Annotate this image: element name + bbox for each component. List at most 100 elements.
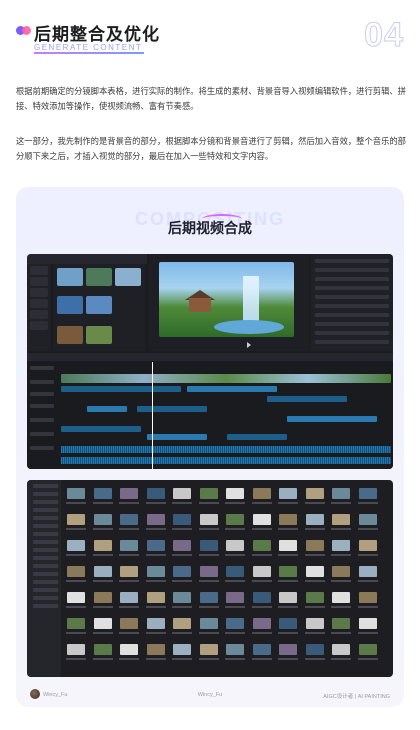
file-thumbnail — [145, 618, 167, 634]
file-thumbnail — [171, 618, 193, 634]
file-thumbnail — [224, 618, 246, 634]
editor-upper-panel — [27, 254, 393, 351]
audio-clip — [267, 396, 347, 402]
media-thumbnail — [86, 326, 112, 344]
preview-frame — [159, 262, 294, 337]
file-thumbnail — [198, 592, 220, 608]
file-thumbnail — [145, 644, 167, 660]
file-thumbnail — [198, 514, 220, 530]
file-thumbnail — [65, 566, 87, 582]
file-thumbnail — [224, 592, 246, 608]
file-thumbnail — [92, 488, 114, 504]
subtitle-underline — [34, 52, 144, 54]
file-thumbnail — [251, 540, 273, 556]
file-thumbnail — [251, 644, 273, 660]
card-title: 后期视频合成 — [168, 220, 252, 236]
paragraph-process: 这一部分，我先制作的是背景音的部分，根据脚本分镜和背景音进行了剪辑，然后加入音效… — [16, 136, 406, 161]
file-thumbnail — [357, 488, 379, 504]
audio-clip — [137, 406, 207, 412]
file-thumbnail — [171, 514, 193, 530]
audio-waveform — [61, 457, 391, 464]
video-track — [61, 374, 391, 383]
file-thumbnail — [92, 618, 114, 634]
file-thumbnail — [224, 540, 246, 556]
file-thumbnail — [92, 644, 114, 660]
audio-clip — [87, 406, 127, 412]
file-thumbnail — [171, 644, 193, 660]
audio-clip — [61, 386, 181, 392]
file-thumbnail — [92, 566, 114, 582]
file-thumbnail — [145, 514, 167, 530]
file-thumbnail — [65, 540, 87, 556]
footer-right: AIGC设计者 | AI PAINTING — [323, 694, 390, 700]
file-thumbnail — [304, 618, 326, 634]
file-thumbnail — [330, 514, 352, 530]
file-thumbnail — [357, 566, 379, 582]
file-thumbnail — [171, 488, 193, 504]
media-thumbnail — [57, 268, 83, 286]
file-thumbnail — [304, 592, 326, 608]
media-thumbnail — [86, 268, 112, 286]
audio-clip — [287, 416, 377, 422]
file-thumbnail — [198, 644, 220, 660]
file-thumbnail — [145, 540, 167, 556]
section-number: 04 — [364, 16, 404, 55]
file-thumbnail — [118, 618, 140, 634]
file-thumbnail — [224, 488, 246, 504]
paragraph-intro: 根据前期确定的分镜脚本表格，进行实际的制作。将生成的素材、背景音导入视频编辑软件… — [16, 86, 406, 111]
file-thumbnail — [330, 566, 352, 582]
file-thumbnail — [198, 566, 220, 582]
file-thumbnail — [145, 566, 167, 582]
file-thumbnail — [251, 566, 273, 582]
file-thumbnail — [277, 540, 299, 556]
file-thumbnail — [330, 540, 352, 556]
file-thumbnail — [304, 540, 326, 556]
file-thumbnail — [330, 644, 352, 660]
media-thumbnail — [86, 296, 112, 314]
file-browser-sidebar — [27, 480, 61, 677]
file-thumbnail — [118, 566, 140, 582]
file-thumbnail — [357, 514, 379, 530]
file-thumbnail — [277, 592, 299, 608]
file-thumbnail — [277, 514, 299, 530]
media-thumbnail — [115, 268, 141, 286]
timeline-playhead — [152, 362, 153, 469]
file-thumbnail — [357, 540, 379, 556]
file-thumbnail — [224, 514, 246, 530]
file-thumbnail — [92, 540, 114, 556]
file-thumbnail — [92, 514, 114, 530]
file-browser-screenshot — [27, 480, 393, 677]
file-thumbnail — [65, 592, 87, 608]
file-thumbnail — [198, 488, 220, 504]
file-thumbnail — [198, 618, 220, 634]
video-editor-screenshot — [27, 254, 393, 469]
file-thumbnail — [304, 644, 326, 660]
file-grid — [65, 488, 391, 674]
timeline-toolbar — [27, 353, 393, 361]
section-title: 后期整合及优化 — [34, 25, 160, 44]
preview-panel — [149, 254, 309, 351]
file-thumbnail — [251, 618, 273, 634]
media-library — [53, 264, 145, 351]
file-thumbnail — [357, 618, 379, 634]
file-thumbnail — [357, 592, 379, 608]
file-thumbnail — [145, 488, 167, 504]
file-thumbnail — [251, 514, 273, 530]
audio-clip — [187, 386, 277, 392]
file-thumbnail — [65, 618, 87, 634]
file-thumbnail — [330, 618, 352, 634]
audio-clip — [61, 426, 141, 432]
file-thumbnail — [330, 592, 352, 608]
file-thumbnail — [145, 592, 167, 608]
audio-clip — [227, 434, 287, 440]
file-thumbnail — [198, 540, 220, 556]
file-thumbnail — [304, 514, 326, 530]
timeline — [27, 362, 393, 469]
file-thumbnail — [171, 566, 193, 582]
file-thumbnail — [357, 644, 379, 660]
file-thumbnail — [224, 644, 246, 660]
file-thumbnail — [277, 618, 299, 634]
file-thumbnail — [118, 540, 140, 556]
audio-waveform — [61, 446, 391, 453]
editor-toolbar — [27, 254, 147, 264]
